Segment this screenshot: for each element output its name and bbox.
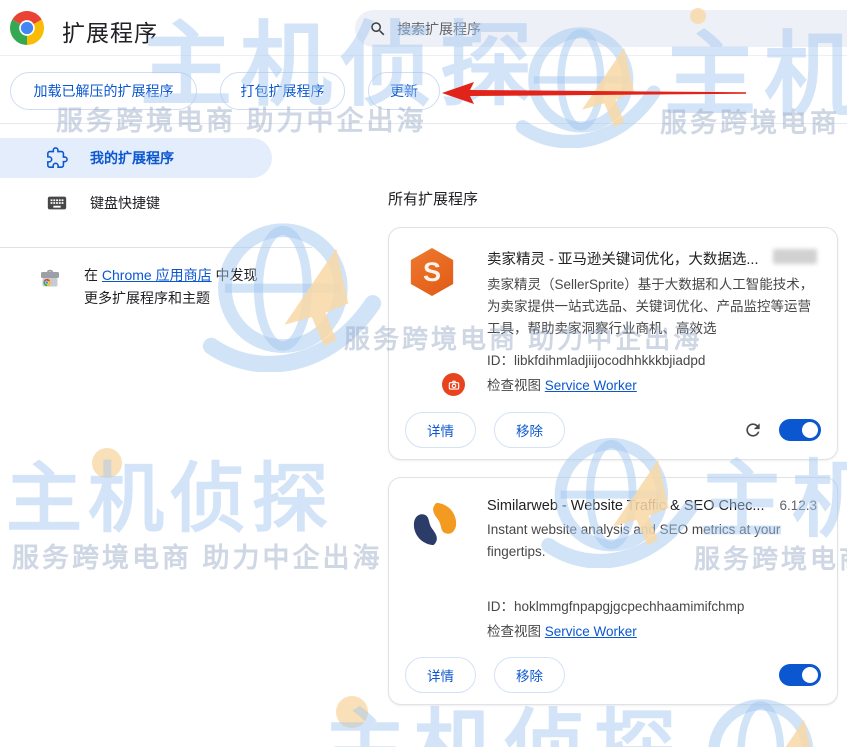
discover-section: 在 Chrome 应用商店 中发现 更多扩展程序和主题: [0, 264, 312, 310]
details-button[interactable]: 详情: [405, 412, 476, 448]
sidebar-divider: [0, 247, 312, 248]
pack-extension-button[interactable]: 打包扩展程序: [220, 72, 345, 110]
extension-id: ID：libkfdihmladjiijocodhhkkkbjiadpd: [487, 349, 817, 369]
sidebar: 我的扩展程序 键盘快捷键 在 Chrome 应用商店 中发现 更多扩展程序和主: [0, 124, 312, 310]
keyboard-icon: [46, 192, 68, 214]
extension-content: Similarweb - Website Traffic & SEO Chec.…: [487, 498, 817, 640]
sidebar-item-label: 我的扩展程序: [90, 148, 174, 168]
header: 扩展程序: [0, 0, 847, 56]
load-unpacked-button[interactable]: 加载已解压的扩展程序: [10, 72, 197, 110]
card-body: Similarweb - Website Traffic & SEO Chec.…: [389, 478, 837, 640]
extension-description: 卖家精灵（SellerSprite）基于大数据和人工智能技术，为卖家提供一站式选…: [487, 274, 817, 340]
watermark-dot: [92, 448, 122, 478]
enable-toggle[interactable]: [779, 419, 821, 441]
toggle-knob: [802, 422, 818, 438]
watermark-tagline: 服务跨境电商 助力中企出海: [12, 545, 383, 572]
chrome-web-store-link[interactable]: Chrome 应用商店: [102, 267, 212, 283]
red-arrow-annotation: [438, 78, 750, 108]
sidebar-item-my-extensions[interactable]: 我的扩展程序: [0, 138, 272, 178]
inspect-views: 检查视图 Service Worker: [487, 620, 817, 640]
service-worker-link[interactable]: Service Worker: [545, 378, 637, 393]
extension-version: 6.12.3: [779, 498, 817, 513]
discover-line2: 更多扩展程序和主题: [84, 287, 282, 310]
extension-description: Instant website analysis and SEO metrics…: [487, 519, 817, 563]
inspect-views: 检查视图 Service Worker: [487, 374, 817, 394]
toggle-knob: [802, 667, 818, 683]
search-input[interactable]: [397, 21, 697, 37]
card-footer: 详情 移除: [389, 401, 837, 459]
similarweb-icon: [409, 498, 461, 640]
page-title: 扩展程序: [62, 14, 158, 48]
search-bar[interactable]: [355, 10, 847, 47]
discover-line1: 在 Chrome 应用商店 中发现: [84, 264, 282, 287]
extension-content: 卖家精灵 - 亚马逊关键词优化，大数据选... 卖家精灵（SellerSprit…: [487, 248, 817, 394]
extension-title: 卖家精灵 - 亚马逊关键词优化，大数据选...: [487, 248, 765, 269]
remove-button[interactable]: 移除: [494, 657, 565, 693]
chrome-logo-icon: [10, 11, 44, 45]
extension-card-similarweb: Similarweb - Website Traffic & SEO Chec.…: [388, 477, 838, 705]
card-footer: 详情 移除: [389, 646, 837, 704]
remove-button[interactable]: 移除: [494, 412, 565, 448]
card-body: S 卖家精灵 - 亚马逊关键词优化，大数据选... 卖家精灵（SellerSpr…: [389, 228, 837, 394]
sidebar-item-keyboard-shortcuts[interactable]: 键盘快捷键: [0, 183, 312, 223]
extension-card-sellersprite: S 卖家精灵 - 亚马逊关键词优化，大数据选... 卖家精灵（SellerSpr…: [388, 227, 838, 460]
redacted-version: [773, 249, 817, 264]
reload-extension-icon[interactable]: [743, 420, 763, 440]
watermark-brand-text: 主机侦探: [324, 708, 684, 747]
puzzle-extension-icon: [46, 147, 68, 169]
watermark-dot: [336, 696, 368, 728]
update-button[interactable]: 更新: [368, 72, 440, 110]
enable-toggle[interactable]: [779, 664, 821, 686]
search-icon: [369, 20, 387, 38]
extension-id: ID：hoklmmgfnpapgjgcpechhaamimifchmp: [487, 595, 817, 615]
details-button[interactable]: 详情: [405, 657, 476, 693]
service-worker-link[interactable]: Service Worker: [545, 624, 637, 639]
watermark-brand-text: 主机侦探: [6, 462, 334, 538]
extension-title: Similarweb - Website Traffic & SEO Chec.…: [487, 498, 771, 514]
sidebar-item-label: 键盘快捷键: [90, 193, 160, 213]
sellersprite-icon: S: [409, 248, 461, 394]
camera-badge-icon: [442, 373, 465, 396]
all-extensions-heading: 所有扩展程序: [388, 188, 478, 209]
chrome-web-store-icon: [38, 267, 62, 291]
